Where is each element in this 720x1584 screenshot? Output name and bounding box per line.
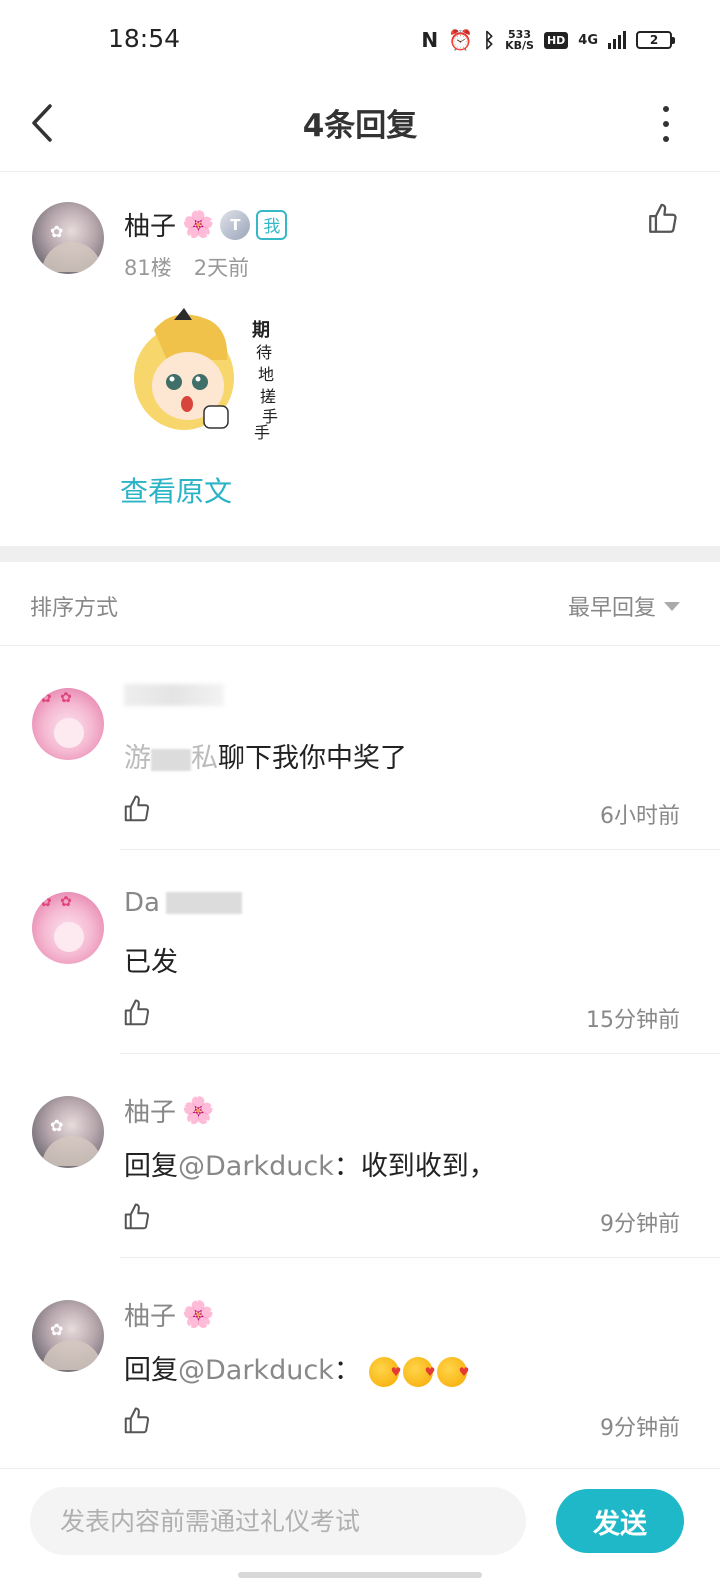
battery-icon: 2 bbox=[636, 31, 675, 49]
kiss-emoji-icon bbox=[369, 1356, 401, 1387]
like-button[interactable] bbox=[122, 1406, 152, 1436]
reply-item: 游私聊下我你中奖了 6小时前 bbox=[0, 646, 720, 850]
me-badge: 我 bbox=[256, 209, 288, 240]
comment-bar: 发送 bbox=[0, 1468, 720, 1584]
reply-time: 9分钟前 bbox=[600, 1212, 680, 1237]
main-post: 柚子 🌸 T 我 81楼 2天前 期 待 地 搓 手 手 bbox=[0, 172, 720, 548]
more-button[interactable] bbox=[656, 104, 676, 144]
section-divider bbox=[0, 546, 720, 562]
sakura-icon: 🌸 bbox=[182, 1095, 215, 1126]
reply-text: 游私聊下我你中奖了 bbox=[124, 743, 407, 774]
mention-link[interactable]: @Darkduck bbox=[178, 1355, 334, 1386]
status-bar: 18:54 N ⏰ ᛒ 533 KB/S HD 4G 2 bbox=[0, 0, 720, 78]
status-icons: N ⏰ ᛒ 533 KB/S HD 4G 2 bbox=[421, 26, 675, 54]
reply-time: 15分钟前 bbox=[586, 1008, 680, 1033]
hd-icon: HD bbox=[543, 31, 569, 49]
post-meta: 81楼 2天前 bbox=[124, 252, 249, 282]
send-button[interactable]: 发送 bbox=[556, 1489, 684, 1553]
reply-item: 柚子 🌸 回复@Darkduck：收到收到， 9分钟前 bbox=[0, 1054, 720, 1258]
kiss-emoji-icon bbox=[403, 1356, 435, 1387]
view-original-link[interactable]: 查看原文 bbox=[120, 470, 232, 510]
svg-text:待: 待 bbox=[256, 343, 272, 362]
more-vertical-icon bbox=[663, 106, 669, 112]
comment-input[interactable] bbox=[30, 1487, 526, 1555]
reply-username[interactable]: 柚子 🌸 bbox=[124, 1296, 214, 1333]
page-title: 4条回复 bbox=[302, 108, 418, 144]
mention-link[interactable]: @Darkduck bbox=[178, 1151, 334, 1182]
level-badge: T bbox=[220, 209, 251, 240]
avatar[interactable] bbox=[32, 892, 104, 964]
avatar[interactable] bbox=[32, 688, 104, 760]
thumbs-up-icon bbox=[124, 1407, 150, 1434]
sticker-image[interactable]: 期 待 地 搓 手 手 bbox=[124, 300, 284, 442]
sort-dropdown[interactable]: 最早回复 bbox=[568, 590, 680, 622]
sort-label: 排序方式 bbox=[30, 596, 119, 621]
title-bar: 4条回复 bbox=[0, 78, 720, 172]
like-button[interactable] bbox=[122, 1202, 152, 1232]
network-type: 4G bbox=[578, 32, 598, 48]
reply-time: 6小时前 bbox=[600, 804, 680, 829]
reply-time: 9分钟前 bbox=[600, 1416, 680, 1441]
reply-text: 回复@Darkduck： bbox=[124, 1348, 471, 1387]
home-indicator[interactable] bbox=[238, 1572, 482, 1578]
blurred-username bbox=[124, 684, 224, 706]
sakura-icon: 🌸 bbox=[182, 1299, 215, 1330]
signal-icon bbox=[608, 31, 626, 49]
anime-sticker-icon: 期 待 地 搓 手 手 bbox=[134, 308, 278, 442]
reply-text: 已发 bbox=[124, 947, 178, 978]
svg-text:搓: 搓 bbox=[260, 387, 276, 406]
thumbs-up-icon bbox=[649, 203, 677, 233]
caret-down-icon bbox=[664, 601, 680, 611]
bluetooth-icon: ᛒ bbox=[483, 28, 496, 52]
username-text: Da bbox=[124, 888, 160, 918]
username-text: 柚子 bbox=[124, 1098, 177, 1128]
like-button[interactable] bbox=[122, 998, 152, 1028]
nfc-icon: N bbox=[421, 28, 439, 52]
post-time: 2天前 bbox=[193, 256, 250, 280]
sort-bar: 排序方式 最早回复 bbox=[0, 562, 720, 646]
like-button[interactable] bbox=[122, 794, 152, 824]
post-username[interactable]: 柚子 🌸 T 我 bbox=[124, 206, 288, 243]
svg-text:地: 地 bbox=[258, 365, 274, 384]
reply-item: 柚子 🌸 回复@Darkduck： 9分钟前 bbox=[0, 1258, 720, 1462]
reply-text: 回复@Darkduck：收到收到， bbox=[124, 1151, 496, 1182]
like-button[interactable] bbox=[646, 202, 680, 236]
kiss-emoji-icon bbox=[437, 1356, 469, 1387]
username-text: 柚子 bbox=[124, 212, 177, 242]
blurred-username bbox=[165, 892, 242, 914]
sakura-icon: 🌸 bbox=[182, 209, 215, 240]
speed-unit: KB/S bbox=[505, 39, 534, 52]
avatar[interactable] bbox=[32, 202, 104, 274]
svg-text:手: 手 bbox=[254, 423, 270, 440]
reply-username[interactable] bbox=[124, 684, 224, 706]
sort-value: 最早回复 bbox=[567, 596, 656, 621]
username-text: 柚子 bbox=[124, 1302, 177, 1332]
reply-username[interactable]: 柚子 🌸 bbox=[124, 1092, 214, 1129]
svg-text:期: 期 bbox=[252, 320, 270, 341]
alarm-icon: ⏰ bbox=[448, 28, 474, 52]
status-time: 18:54 bbox=[108, 24, 181, 53]
reply-item: Da 已发 15分钟前 bbox=[0, 850, 720, 1054]
floor-number: 81楼 bbox=[124, 256, 172, 280]
thumbs-up-icon bbox=[124, 999, 150, 1026]
avatar[interactable] bbox=[32, 1096, 104, 1168]
reply-username[interactable]: Da bbox=[124, 888, 242, 918]
avatar[interactable] bbox=[32, 1300, 104, 1372]
thumbs-up-icon bbox=[124, 1203, 150, 1230]
thumbs-up-icon bbox=[124, 795, 150, 822]
network-speed: 533 KB/S bbox=[505, 29, 534, 51]
